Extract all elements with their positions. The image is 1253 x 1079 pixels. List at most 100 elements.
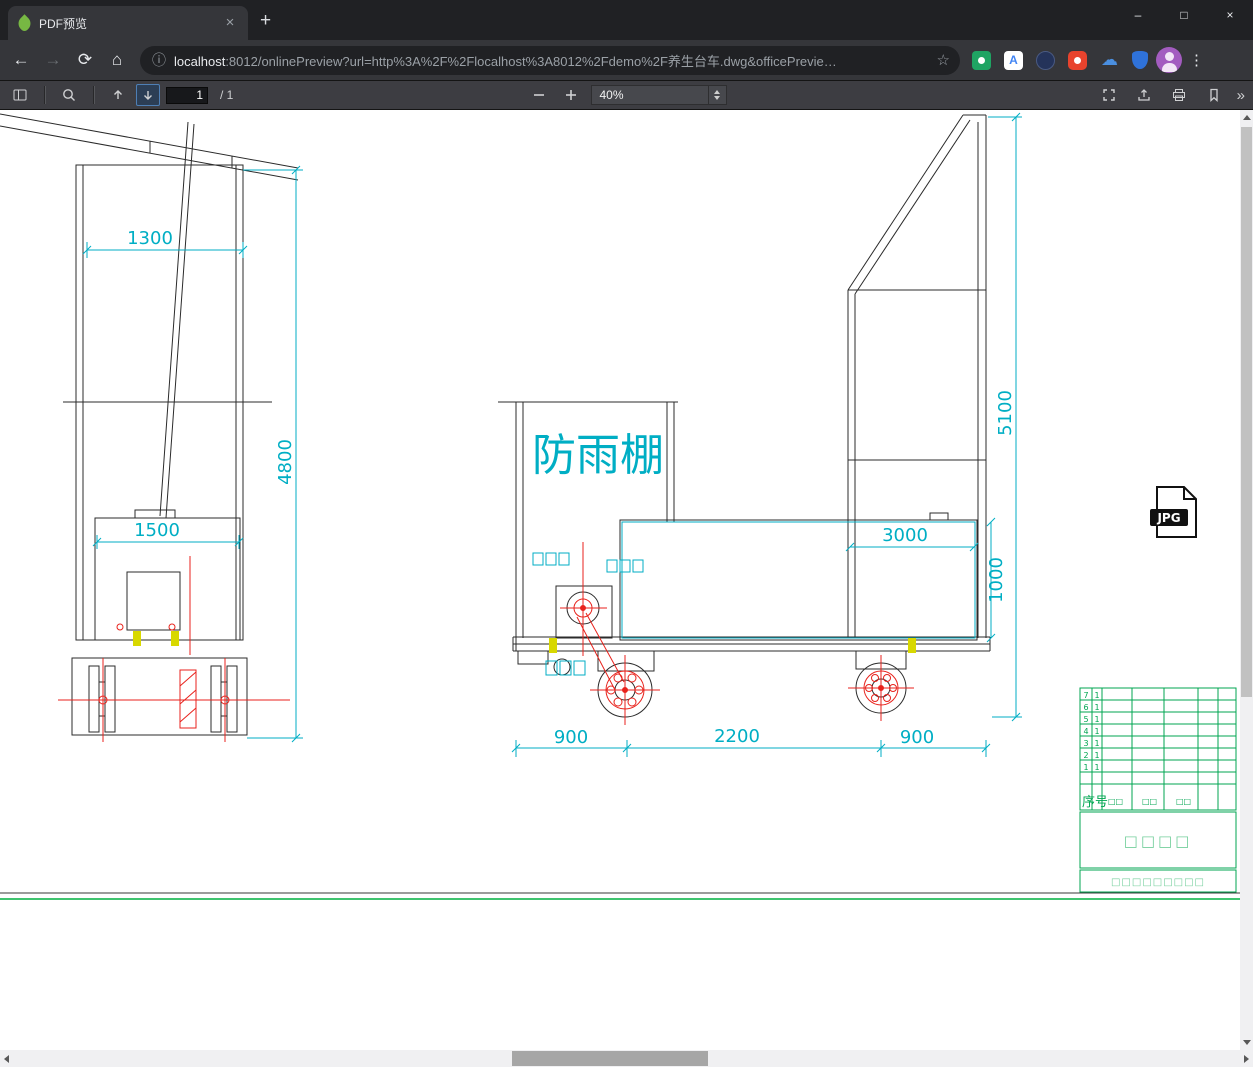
svg-text:1: 1 bbox=[1083, 763, 1088, 772]
zoom-select[interactable]: 40% bbox=[590, 85, 727, 105]
leaf-favicon bbox=[15, 13, 34, 33]
bookmark-star-icon[interactable]: ☆ bbox=[937, 51, 950, 69]
url-path: :8012/onlinePreview?url=http%3A%2F%2Floc… bbox=[225, 53, 837, 69]
forward-button: → bbox=[44, 50, 62, 69]
toolbar-divider bbox=[93, 86, 94, 104]
dimension-4800: 4800 bbox=[275, 439, 296, 485]
browser-toolbar: ← → ⟳ ⌂ ⓘ localhost:8012/onlinePreview?u… bbox=[0, 40, 1253, 80]
svg-text:4: 4 bbox=[1083, 727, 1088, 736]
dimension-2200: 2200 bbox=[714, 726, 760, 747]
zoom-value: 40% bbox=[599, 88, 624, 102]
pdf-toolbar-right: » bbox=[1097, 84, 1245, 106]
search-icon[interactable] bbox=[57, 84, 81, 106]
print-icon[interactable] bbox=[1167, 84, 1191, 106]
home-button[interactable]: ⌂ bbox=[102, 45, 132, 75]
svg-text:□□: □□ bbox=[1108, 797, 1123, 806]
url-text[interactable]: localhost:8012/onlinePreview?url=http%3A… bbox=[174, 51, 929, 70]
scroll-left-arrow[interactable] bbox=[0, 1051, 13, 1066]
svg-text:1: 1 bbox=[1094, 763, 1099, 772]
title-block-grid bbox=[1079, 687, 1237, 893]
dimension-5100: 5100 bbox=[995, 390, 1016, 436]
dimension-1300: 1300 bbox=[127, 228, 173, 249]
svg-text:1: 1 bbox=[1094, 739, 1099, 748]
dimension-900-right: 900 bbox=[900, 727, 934, 748]
vertical-scrollbar-thumb[interactable] bbox=[1241, 127, 1252, 697]
svg-text:1: 1 bbox=[1094, 691, 1099, 700]
clamp-marks-yellow bbox=[133, 631, 916, 653]
tab-strip: PDF预览 × + – □ × bbox=[0, 0, 1253, 40]
canopy-label: 防雨棚 bbox=[532, 430, 664, 481]
svg-text:5: 5 bbox=[1083, 715, 1088, 724]
svg-text:3: 3 bbox=[1083, 739, 1088, 748]
page-count-label: / 1 bbox=[220, 88, 234, 102]
back-button[interactable]: ← bbox=[6, 45, 36, 75]
zoom-controls: 40% bbox=[527, 84, 727, 106]
jpg-file-icon: JPG bbox=[1150, 486, 1197, 538]
dimension-1500: 1500 bbox=[134, 520, 180, 541]
title-block-footer: □□□□□□□□□ bbox=[1111, 877, 1205, 888]
svg-text:6: 6 bbox=[1083, 703, 1088, 712]
maximize-button[interactable]: □ bbox=[1161, 0, 1207, 30]
minimize-button[interactable]: – bbox=[1115, 0, 1161, 30]
pdf-toolbar: / 1 40% » bbox=[0, 80, 1253, 110]
vertical-scrollbar[interactable] bbox=[1240, 110, 1253, 1050]
toolbar-divider bbox=[44, 86, 45, 104]
front-view-structure bbox=[0, 113, 299, 736]
tab-title: PDF预览 bbox=[39, 16, 88, 31]
tab-pdf-preview[interactable]: PDF预览 × bbox=[8, 6, 248, 40]
zoom-out-icon[interactable] bbox=[527, 84, 551, 106]
extension-icon-1[interactable] bbox=[972, 50, 991, 70]
sheet-border-lines bbox=[0, 892, 1240, 900]
extension-icon-6[interactable] bbox=[1132, 51, 1148, 69]
scroll-right-arrow[interactable] bbox=[1240, 1051, 1253, 1066]
cad-drawing: 1300 4800 1500 防雨棚 3000 1000 5100 900 22… bbox=[0, 112, 1240, 900]
extension-icon-3[interactable] bbox=[1036, 50, 1055, 70]
svg-text:1: 1 bbox=[1094, 727, 1099, 736]
svg-text:7: 7 bbox=[1083, 691, 1088, 700]
close-button[interactable]: × bbox=[1207, 0, 1253, 30]
more-tools-icon[interactable]: » bbox=[1237, 87, 1245, 104]
svg-text:1: 1 bbox=[1094, 703, 1099, 712]
sidebar-toggle-icon[interactable] bbox=[8, 84, 32, 106]
svg-text:1: 1 bbox=[1094, 715, 1099, 724]
zoom-in-icon[interactable] bbox=[559, 84, 583, 106]
extensions-area: A ☁ bbox=[972, 50, 1148, 70]
svg-text:1: 1 bbox=[1094, 751, 1099, 760]
page-number-input[interactable] bbox=[166, 86, 208, 104]
profile-avatar[interactable] bbox=[1156, 47, 1182, 73]
jpg-icon-label: JPG bbox=[1156, 511, 1180, 525]
zoom-select-arrows bbox=[707, 86, 726, 104]
extension-icon-2[interactable]: A bbox=[1004, 50, 1023, 70]
svg-text:□□: □□ bbox=[1142, 797, 1157, 806]
svg-text:□□: □□ bbox=[1176, 797, 1191, 806]
browser-menu-icon[interactable]: ⋮ bbox=[1189, 51, 1204, 69]
tab-close-icon[interactable]: × bbox=[222, 15, 238, 31]
extension-icon-5[interactable]: ☁ bbox=[1100, 50, 1119, 70]
title-block-title: □□□□ bbox=[1124, 832, 1193, 850]
extension-icon-4[interactable] bbox=[1068, 50, 1087, 70]
new-tab-button[interactable]: + bbox=[260, 10, 271, 32]
page-info-icon[interactable]: ⓘ bbox=[152, 50, 166, 70]
next-page-icon[interactable] bbox=[136, 84, 160, 106]
centerlines-red bbox=[58, 542, 914, 742]
pdf-viewport: 1300 4800 1500 防雨棚 3000 1000 5100 900 22… bbox=[0, 110, 1253, 1079]
previous-page-icon[interactable] bbox=[106, 84, 130, 106]
horizontal-scrollbar[interactable] bbox=[0, 1050, 1253, 1067]
dimension-900-left: 900 bbox=[554, 727, 588, 748]
address-bar[interactable]: ⓘ localhost:8012/onlinePreview?url=http%… bbox=[140, 45, 960, 75]
scroll-down-arrow[interactable] bbox=[1240, 1035, 1253, 1050]
bookmark-icon[interactable] bbox=[1202, 84, 1226, 106]
horizontal-scrollbar-thumb[interactable] bbox=[512, 1051, 708, 1066]
reload-button[interactable]: ⟳ bbox=[70, 45, 100, 75]
side-view-structure bbox=[498, 114, 991, 718]
dimension-3000: 3000 bbox=[882, 525, 928, 546]
scroll-up-arrow[interactable] bbox=[1240, 110, 1253, 125]
svg-text:2: 2 bbox=[1083, 751, 1088, 760]
window-controls: – □ × bbox=[1115, 0, 1253, 30]
dimension-1000: 1000 bbox=[986, 557, 1007, 603]
title-block-text: 7 6 5 4 3 2 1 1 1 1 1 1 1 1 序号 □□ □□ □□ … bbox=[1082, 691, 1205, 888]
upload-icon[interactable] bbox=[1132, 84, 1156, 106]
title-block-index-header: 序号 bbox=[1082, 795, 1108, 810]
fullscreen-icon[interactable] bbox=[1097, 84, 1121, 106]
url-host: localhost bbox=[174, 53, 226, 69]
